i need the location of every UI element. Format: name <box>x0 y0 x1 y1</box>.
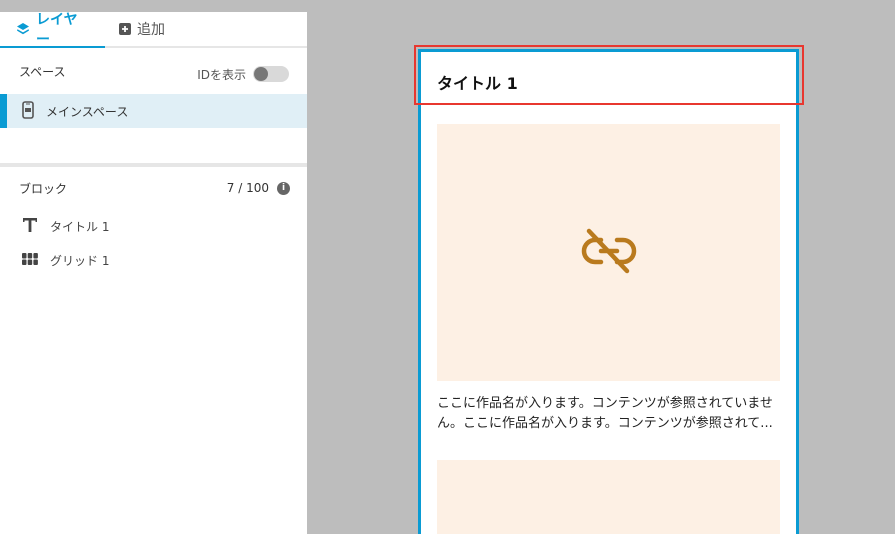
spaces-header: スペース IDを表示 <box>0 48 307 94</box>
space-item-label: メインスペース <box>46 104 129 119</box>
space-item-main[interactable]: メインスペース <box>0 94 307 128</box>
card-image-placeholder[interactable] <box>437 460 780 534</box>
layers-icon <box>16 22 30 36</box>
spaces-title: スペース <box>19 64 66 79</box>
info-icon[interactable]: i <box>277 181 290 195</box>
title-separator <box>421 104 796 105</box>
preview-title[interactable]: タイトル 1 <box>437 70 518 94</box>
card-caption: ここに作品名が入ります。コンテンツが参照されていません。ここに作品名が入ります。… <box>437 396 773 431</box>
block-item-label: タイトル 1 <box>50 219 110 234</box>
layers-panel: レイヤー 追加 スペース IDを表示 メインスペース ブロック 7 / 100 … <box>0 12 307 534</box>
tab-layers[interactable]: レイヤー <box>0 12 105 48</box>
block-item-title[interactable]: タイトル 1 <box>0 209 307 243</box>
phone-icon <box>22 100 34 122</box>
tab-add-label: 追加 <box>137 22 165 38</box>
add-square-icon <box>119 23 131 35</box>
tab-layers-label: レイヤー <box>36 12 78 48</box>
broken-link-icon <box>581 227 637 279</box>
block-item-label: グリッド 1 <box>50 253 110 268</box>
block-count: 7 / 100 i <box>227 181 290 195</box>
show-id-control: IDを表示 <box>197 66 289 83</box>
block-item-grid[interactable]: グリッド 1 <box>0 243 307 277</box>
tab-add[interactable]: 追加 <box>105 12 179 46</box>
blocks-header: ブロック 7 / 100 i <box>0 167 307 209</box>
toggle-knob <box>254 67 268 81</box>
grid-icon <box>22 252 38 269</box>
card-image-placeholder[interactable] <box>437 124 780 381</box>
selected-indicator <box>0 94 7 128</box>
blocks-section: ブロック 7 / 100 i タイトル 1 グリッド 1 <box>0 167 307 277</box>
blocks-title: ブロック <box>19 181 68 196</box>
block-count-value: 7 / 100 <box>226 181 269 195</box>
show-id-label: IDを表示 <box>197 67 246 82</box>
text-t-icon <box>22 217 38 236</box>
panel-tabs: レイヤー 追加 <box>0 12 307 48</box>
show-id-toggle[interactable] <box>253 66 289 82</box>
